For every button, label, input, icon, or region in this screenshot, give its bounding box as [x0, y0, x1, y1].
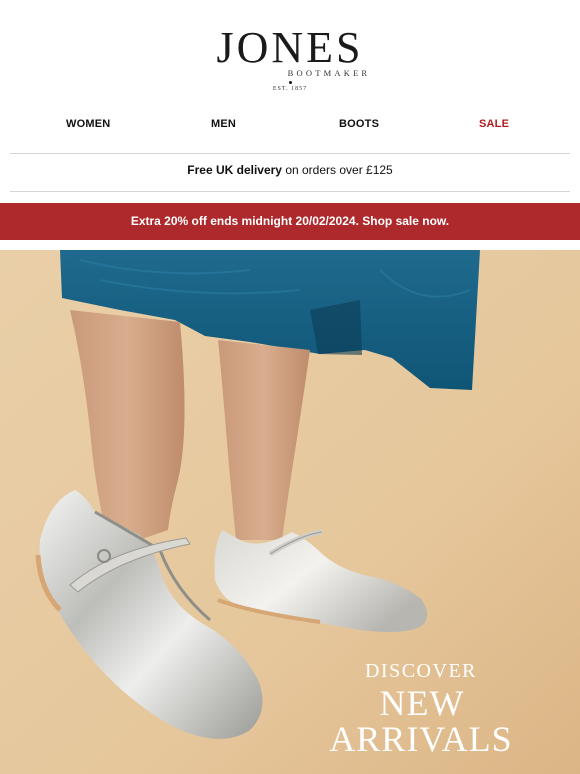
logo-established: EST. 1857: [272, 86, 308, 92]
delivery-rest-text: on orders over £125: [281, 163, 393, 177]
main-nav: WOMEN MEN BOOTS SALE: [0, 118, 580, 140]
promo-banner[interactable]: Extra 20% off ends midnight 20/02/2024. …: [0, 203, 580, 240]
divider-bottom: [10, 191, 570, 192]
delivery-bold-text: Free UK delivery: [187, 163, 282, 177]
logo-wordmark: JONES: [216, 23, 364, 72]
delivery-banner[interactable]: Free UK delivery on orders over £125: [0, 163, 580, 177]
hero-image[interactable]: DISCOVER NEW ARRIVALS: [0, 250, 580, 774]
logo-subtitle: BOOTMAKER: [287, 68, 371, 78]
email-header: JONES BOOTMAKER EST. 1857: [0, 0, 580, 110]
hero-new-text: NEW: [379, 683, 465, 723]
divider-top: [10, 153, 570, 154]
hero-arrivals-text: ARRIVALS: [329, 719, 513, 759]
nav-men[interactable]: MEN: [211, 118, 236, 130]
logo-dot: [288, 81, 292, 84]
nav-women[interactable]: WOMEN: [66, 118, 110, 130]
hero-discover-text: DISCOVER: [364, 660, 477, 682]
nav-boots[interactable]: BOOTS: [339, 118, 379, 130]
jones-bootmaker-logo[interactable]: JONES BOOTMAKER EST. 1857: [0, 23, 580, 93]
nav-sale[interactable]: SALE: [479, 118, 509, 130]
